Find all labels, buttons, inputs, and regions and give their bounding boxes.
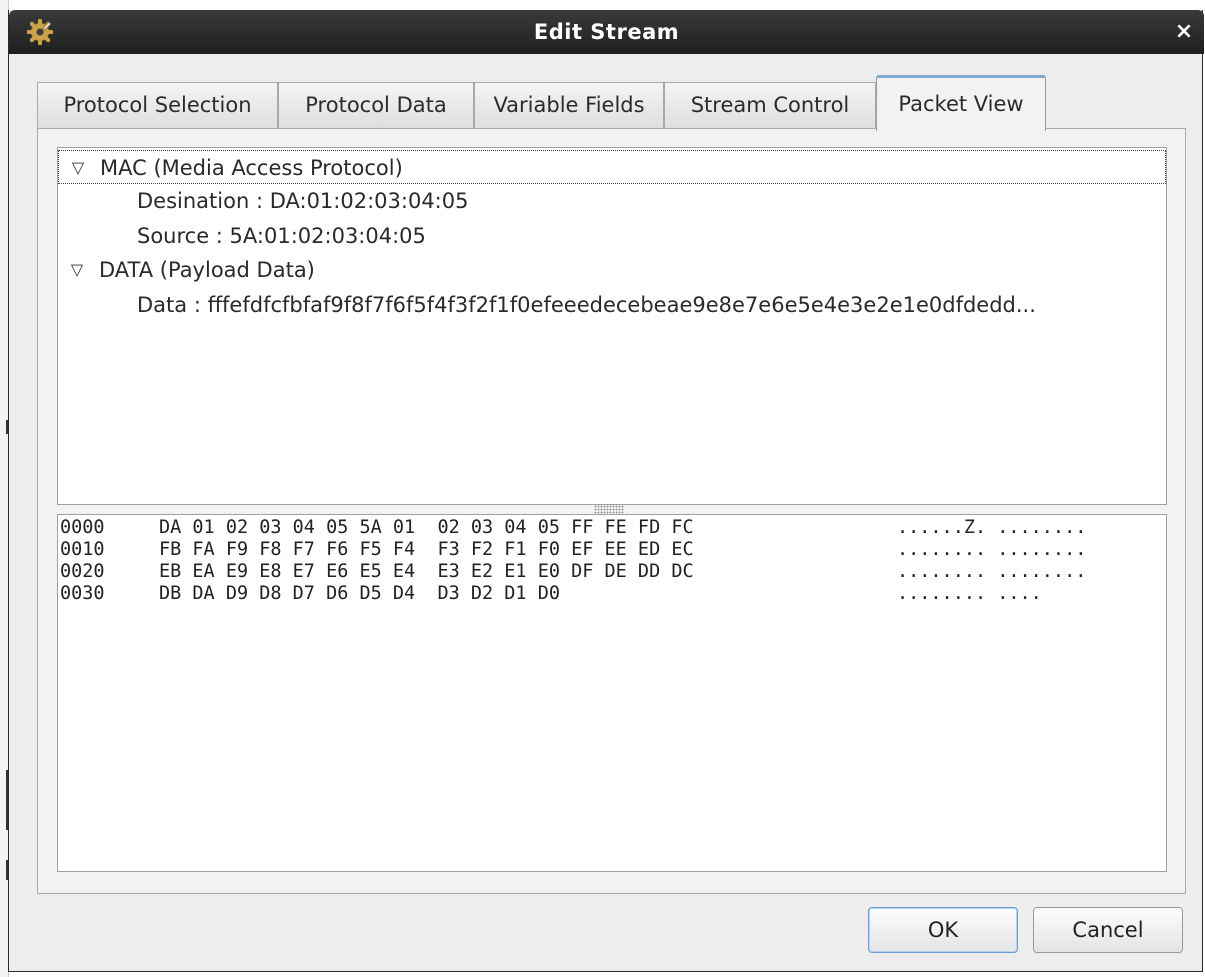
expanded-triangle-icon[interactable]: ▽ <box>67 151 89 185</box>
cancel-button[interactable]: Cancel <box>1033 907 1183 953</box>
hex-bytes: FB FA F9 F8 F7 F6 F5 F4 F3 F2 F1 F0 EF E… <box>159 539 694 560</box>
title-bar[interactable]: Edit Stream × <box>9 10 1204 54</box>
hex-ascii: ........ ........ <box>897 539 1087 560</box>
tab-packet-view[interactable]: Packet View <box>876 75 1046 131</box>
tab-variable-fields[interactable]: Variable Fields <box>474 82 664 129</box>
tree-item-data-payload[interactable]: Data : fffefdfcfbfaf9f8f7f6f5f4f3f2f1f0e… <box>137 288 1036 322</box>
hex-bytes: DA 01 02 03 04 05 5A 01 02 03 04 05 FF F… <box>159 517 694 538</box>
hex-line: 0000 DA 01 02 03 04 05 5A 01 02 03 04 05… <box>60 517 1086 539</box>
protocol-tree-view[interactable]: ▽ MAC (Media Access Protocol) Desination… <box>57 147 1167 505</box>
tree-item-mac-source[interactable]: Source : 5A:01:02:03:04:05 <box>137 219 426 253</box>
tree-item-data[interactable]: ▽ DATA (Payload Data) <box>58 253 1166 287</box>
tab-protocol-selection[interactable]: Protocol Selection <box>37 82 278 129</box>
hex-ascii: ......Z. ........ <box>897 517 1087 538</box>
hex-bytes: DB DA D9 D8 D7 D6 D5 D4 D3 D2 D1 D0 <box>159 583 560 604</box>
tree-item-mac[interactable]: ▽ MAC (Media Access Protocol) <box>58 150 1166 184</box>
hex-offset: 0030 <box>60 583 105 604</box>
edit-stream-dialog: Edit Stream × Protocol Selection Protoco… <box>8 10 1204 972</box>
hex-bytes: EB EA E9 E8 E7 E6 E5 E4 E3 E2 E1 E0 DF D… <box>159 561 694 582</box>
hex-line: 0020 EB EA E9 E8 E7 E6 E5 E4 E3 E2 E1 E0… <box>60 561 1086 583</box>
tree-item-label: DATA (Payload Data) <box>99 258 315 282</box>
hex-line: 0010 FB FA F9 F8 F7 F6 F5 F4 F3 F2 F1 F0… <box>60 539 1086 561</box>
expanded-triangle-icon[interactable]: ▽ <box>66 253 88 287</box>
close-icon[interactable]: × <box>1172 20 1196 44</box>
hex-offset: 0020 <box>60 561 105 582</box>
tree-item-label: MAC (Media Access Protocol) <box>100 156 403 180</box>
tab-protocol-data[interactable]: Protocol Data <box>278 82 474 129</box>
hex-offset: 0000 <box>60 517 105 538</box>
packet-view-panel: ▽ MAC (Media Access Protocol) Desination… <box>37 128 1186 894</box>
hex-offset: 0010 <box>60 539 105 560</box>
hex-ascii: ........ ........ <box>897 561 1087 582</box>
hex-line: 0030 DB DA D9 D8 D7 D6 D5 D4 D3 D2 D1 D0… <box>60 583 1042 605</box>
splitter-handle[interactable] <box>594 505 624 514</box>
tree-item-mac-destination[interactable]: Desination : DA:01:02:03:04:05 <box>137 184 468 218</box>
ok-button[interactable]: OK <box>868 907 1018 953</box>
tab-stream-control[interactable]: Stream Control <box>664 82 876 129</box>
hex-ascii: ........ .... <box>897 583 1042 604</box>
hex-dump-view[interactable]: 0000 DA 01 02 03 04 05 5A 01 02 03 04 05… <box>57 514 1167 872</box>
window-title: Edit Stream <box>533 20 680 44</box>
